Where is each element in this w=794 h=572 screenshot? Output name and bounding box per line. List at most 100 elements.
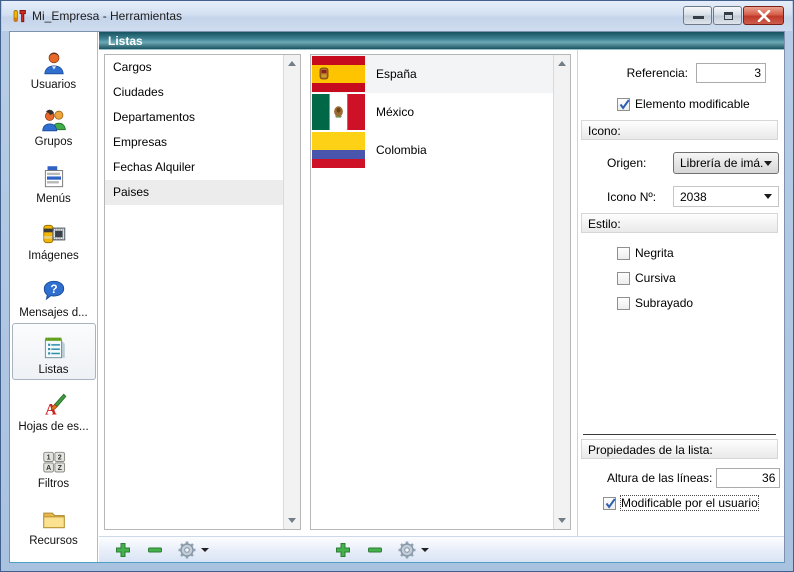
spain-flag-icon [312, 56, 365, 92]
cursiva-label: Cursiva [635, 271, 676, 285]
panel-separator [577, 50, 578, 536]
settings-menu-button[interactable] [397, 540, 429, 560]
list-item[interactable]: Departamentos [105, 105, 283, 130]
sidebar-item-grupos[interactable]: Grupos [12, 95, 96, 152]
app-window: Mi_Empresa - Herramientas [0, 0, 794, 572]
chevron-down-icon [201, 548, 209, 552]
mexico-flag-icon [312, 94, 365, 130]
sidebar-item-label: Imágenes [28, 250, 79, 262]
negrita-label: Negrita [635, 246, 674, 260]
add-button[interactable] [113, 540, 133, 560]
chevron-down-icon [764, 194, 772, 199]
sidebar-item-imagenes[interactable]: Imágenes [12, 209, 96, 266]
subrayado-label: Subrayado [635, 296, 693, 310]
properties-panel: Referencia: Elemento modificable Icono: [579, 50, 780, 536]
list-item[interactable]: Cargos [105, 55, 283, 80]
list-item[interactable]: Ciudades [105, 80, 283, 105]
svg-text:2: 2 [57, 454, 61, 461]
svg-text:?: ? [50, 282, 57, 296]
altura-label: Altura de las líneas: [607, 471, 712, 485]
element-label: México [376, 105, 414, 119]
element-label: Colombia [376, 143, 427, 157]
reference-label: Referencia: [627, 66, 688, 80]
notepad-icon [40, 334, 68, 362]
bottom-toolbar [99, 536, 784, 562]
list-item-selected[interactable]: Paises [105, 180, 283, 205]
add-icon [334, 541, 352, 559]
maximize-button[interactable] [713, 6, 742, 25]
remove-button[interactable] [145, 540, 165, 560]
close-icon [757, 10, 771, 22]
cursiva-checkbox[interactable] [617, 272, 630, 285]
sidebar-item-hojas[interactable]: A Hojas de es... [12, 380, 96, 437]
negrita-checkbox[interactable] [617, 247, 630, 260]
modificable-usuario-label: Modificable por el usuario [621, 496, 758, 510]
element-label: España [376, 67, 417, 81]
svg-text:A: A [46, 465, 51, 472]
sidebar-item-listas[interactable]: Listas [12, 323, 96, 380]
lists-listbox: Cargos Ciudades Departamentos Empresas F… [104, 54, 301, 530]
page-title: Listas [108, 34, 143, 48]
elements-listbox: España México [310, 54, 571, 530]
icono-section-header: Icono: [581, 120, 778, 140]
user-icon [40, 49, 68, 77]
svg-text:Z: Z [57, 465, 62, 472]
modificable-usuario-checkbox[interactable] [603, 497, 616, 510]
origen-combobox[interactable]: Librería de imá... [673, 152, 779, 174]
remove-icon [146, 541, 164, 559]
elemento-modificable-checkbox[interactable] [617, 98, 630, 111]
element-row-colombia[interactable]: Colombia [311, 131, 553, 169]
scroll-up-icon[interactable] [554, 55, 570, 72]
svg-text:1: 1 [46, 454, 50, 461]
element-row-mexico[interactable]: México [311, 93, 553, 131]
window-controls [683, 6, 784, 25]
app-tools-icon [11, 8, 27, 24]
chevron-down-icon [421, 548, 429, 552]
settings-gear-icon [397, 540, 417, 560]
altura-input[interactable] [716, 468, 780, 488]
scroll-down-icon[interactable] [284, 512, 300, 529]
section-divider [583, 434, 776, 435]
add-icon [114, 541, 132, 559]
stylesheet-brush-icon: A [40, 391, 68, 419]
sidebar-item-label: Recursos [29, 535, 78, 547]
close-button[interactable] [743, 6, 784, 25]
chevron-down-icon [764, 161, 772, 166]
sidebar: Usuarios Grupos [10, 32, 98, 562]
scroll-down-icon[interactable] [554, 512, 570, 529]
list-item[interactable]: Fechas Alquiler [105, 155, 283, 180]
check-icon [604, 497, 617, 510]
propiedades-section-header: Propiedades de la lista: [581, 439, 778, 459]
main-area: Listas Cargos Ciudades Departamentos Emp… [99, 32, 784, 562]
sidebar-item-label: Usuarios [31, 79, 76, 91]
elements-scrollbar[interactable] [553, 55, 570, 529]
sidebar-item-recursos[interactable]: Recursos [12, 494, 96, 551]
sidebar-item-mensajes[interactable]: ? Mensajes d... [12, 266, 96, 323]
subrayado-checkbox[interactable] [617, 297, 630, 310]
list-item[interactable]: Empresas [105, 130, 283, 155]
title-bar[interactable]: Mi_Empresa - Herramientas [2, 1, 792, 31]
menu-icon [40, 163, 68, 191]
remove-button[interactable] [365, 540, 385, 560]
sidebar-item-usuarios[interactable]: Usuarios [12, 38, 96, 95]
settings-menu-button[interactable] [177, 540, 209, 560]
element-row-espana[interactable]: España [311, 55, 553, 93]
sidebar-item-label: Listas [38, 364, 68, 376]
panels: Cargos Ciudades Departamentos Empresas F… [99, 50, 784, 536]
scroll-up-icon[interactable] [284, 55, 300, 72]
estilo-section-header: Estilo: [581, 213, 778, 233]
sidebar-item-menus[interactable]: Menús [12, 152, 96, 209]
sidebar-item-filtros[interactable]: 1 2 A Z Filtros [12, 437, 96, 494]
window-title: Mi_Empresa - Herramientas [32, 9, 182, 23]
sidebar-item-label: Hojas de es... [18, 421, 88, 433]
lists-scrollbar[interactable] [283, 55, 300, 529]
add-button[interactable] [333, 540, 353, 560]
sidebar-item-label: Menús [36, 193, 71, 205]
sidebar-item-label: Grupos [35, 136, 73, 148]
icono-no-combobox[interactable]: 2038 [673, 186, 779, 207]
minimize-button[interactable] [683, 6, 712, 25]
reference-input[interactable] [696, 63, 766, 83]
elements-toolbar [333, 540, 429, 560]
film-icon [40, 220, 68, 248]
icono-no-label: Icono Nº: [607, 190, 663, 204]
